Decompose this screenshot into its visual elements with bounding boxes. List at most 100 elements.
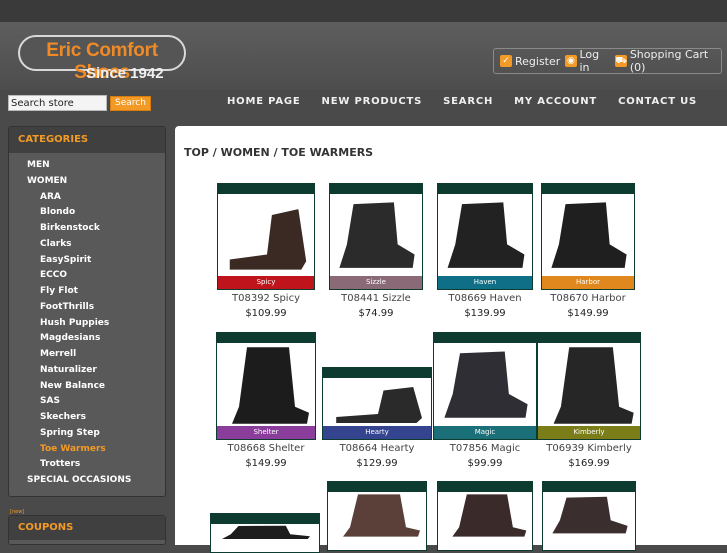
product-image[interactable]: Hearty [322, 367, 432, 440]
product-name[interactable]: T08441 Sizzle [321, 293, 431, 304]
cart-icon: ⛟ [615, 55, 627, 67]
register-link[interactable]: ✓ Register [500, 55, 560, 68]
nav-new-products[interactable]: NEW PRODUCTS [322, 96, 423, 107]
category-item[interactable]: WOMEN [9, 174, 165, 190]
login-link[interactable]: ◉ Log in [565, 48, 610, 74]
product-name[interactable]: T08392 Spicy [211, 293, 321, 304]
category-item[interactable]: Merrell [9, 347, 165, 363]
coupons-panel: COUPONS [8, 515, 166, 545]
product-price: $149.99 [567, 308, 609, 319]
product-name[interactable]: T08664 Hearty [322, 443, 432, 454]
product-tag: Spicy [218, 276, 314, 289]
category-item[interactable]: SPECIAL OCCASIONS [9, 473, 165, 489]
account-links: ✓ Register ◉ Log in ⛟ Shopping Cart (0) [493, 48, 722, 74]
product-price: $149.99 [245, 458, 287, 469]
nav-my-account[interactable]: MY ACCOUNT [514, 96, 597, 107]
category-item[interactable]: Fly Flot [9, 284, 165, 300]
boot-icon [222, 525, 310, 539]
nav-home[interactable]: HOME PAGE [227, 96, 301, 107]
product-image[interactable]: Magic [433, 332, 537, 440]
product-price: $169.99 [568, 458, 610, 469]
boot-icon [343, 494, 420, 537]
boot-icon [553, 347, 634, 424]
nav-contact-us[interactable]: CONTACT US [618, 96, 697, 107]
category-item[interactable]: Naturalizer [9, 363, 165, 379]
image-top-band [538, 333, 640, 343]
boot-icon [336, 387, 422, 423]
breadcrumb: TOP / WOMEN / TOE WARMERS [184, 146, 374, 159]
product-tag: Harbor [542, 276, 634, 289]
product-image[interactable] [210, 513, 320, 553]
product-price: $129.99 [356, 458, 398, 469]
top-band [0, 0, 727, 22]
login-label: Log in [579, 48, 600, 74]
coupons-heading: COUPONS [9, 516, 165, 540]
product-name[interactable]: T08668 Shelter [211, 443, 321, 454]
category-item[interactable]: Trotters [9, 457, 165, 473]
product-name[interactable]: T06939 Kimberly [534, 443, 644, 454]
image-top-band [328, 482, 426, 492]
category-item[interactable]: Magdesians [9, 331, 165, 347]
product-tag: Shelter [217, 426, 315, 439]
product-name[interactable]: T07856 Magic [430, 443, 540, 454]
product-image[interactable]: Sizzle [329, 183, 423, 290]
search-input[interactable] [8, 95, 107, 111]
category-item[interactable]: ECCO [9, 268, 165, 284]
category-item[interactable]: Clarks [9, 237, 165, 253]
nav-search[interactable]: SEARCH [443, 96, 493, 107]
category-list: MEN WOMEN ARA Blondo Birkenstock Clarks EasySp… [9, 153, 165, 489]
product-image[interactable] [542, 481, 636, 551]
search-bar: Search [8, 95, 151, 111]
category-item[interactable]: Toe Warmers [9, 442, 165, 458]
product-image[interactable] [327, 481, 427, 551]
product-image[interactable]: Haven [437, 183, 533, 290]
boot-icon [444, 351, 528, 418]
category-item[interactable]: Skechers [9, 410, 165, 426]
product-price: $139.99 [464, 308, 506, 319]
categories-panel: CATEGORIES MEN WOMEN ARA Blondo Birkenstock C… [8, 126, 166, 497]
product-image[interactable]: Spicy [217, 183, 315, 290]
boot-icon [229, 209, 307, 270]
boot-icon [452, 494, 527, 537]
category-item[interactable]: Blondo [9, 205, 165, 221]
category-item[interactable]: FootThrills [9, 300, 165, 316]
search-button[interactable]: Search [110, 95, 151, 111]
category-item[interactable]: Spring Step [9, 426, 165, 442]
category-item[interactable]: MEN [9, 158, 165, 174]
image-top-band [330, 184, 422, 194]
register-icon: ✓ [500, 55, 512, 67]
boot-icon [232, 347, 309, 424]
category-item[interactable]: EasySpirit [9, 253, 165, 269]
product-tag: Magic [434, 426, 536, 439]
site-header: Eric Comfort Shoes Since 1942 ✓ Register… [0, 22, 727, 90]
image-top-band [438, 184, 532, 194]
category-item[interactable]: ARA [9, 190, 165, 206]
product-listing: TOP / WOMEN / TOE WARMERS Spicy T08392 Sp… [175, 126, 727, 553]
product-price: $99.99 [467, 458, 503, 469]
boot-icon [552, 496, 628, 534]
product-name[interactable]: T08670 Harbor [533, 293, 643, 304]
product-image[interactable] [437, 481, 533, 551]
image-top-band [434, 333, 536, 343]
product-image[interactable]: Kimberly [537, 332, 641, 440]
product-tag: Sizzle [330, 276, 422, 289]
product-name[interactable]: T08669 Haven [430, 293, 540, 304]
category-item[interactable]: SAS [9, 394, 165, 410]
image-top-band [218, 184, 314, 194]
product-image[interactable]: Harbor [541, 183, 635, 290]
cart-link[interactable]: ⛟ Shopping Cart (0) [615, 48, 721, 74]
boot-icon [339, 202, 415, 268]
image-top-band [543, 482, 635, 492]
product-tag: Haven [438, 276, 532, 289]
cart-label: Shopping Cart (0) [629, 48, 709, 74]
image-top-band [438, 482, 532, 492]
product-tag: Kimberly [538, 426, 640, 439]
logo-tagline: Since 1942 [86, 65, 164, 82]
main-nav: HOME PAGE NEW PRODUCTS SEARCH MY ACCOUNT… [227, 96, 697, 107]
category-item[interactable]: New Balance [9, 379, 165, 395]
image-top-band [217, 333, 315, 343]
category-item[interactable]: Hush Puppies [9, 316, 165, 332]
category-item[interactable]: Birkenstock [9, 221, 165, 237]
product-image[interactable]: Shelter [216, 332, 316, 440]
boot-icon [551, 202, 627, 268]
